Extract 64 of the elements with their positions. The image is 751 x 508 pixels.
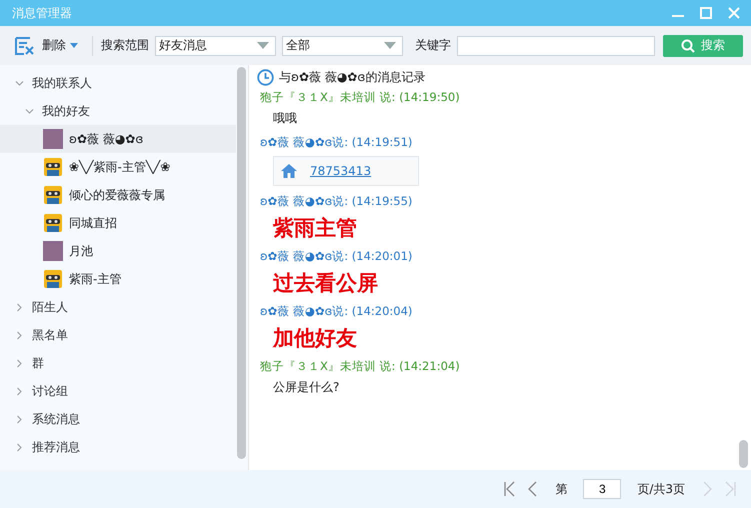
scope-label: 搜索范围 — [100, 37, 149, 54]
window-title: 消息管理器 — [12, 4, 72, 22]
chevron-down-icon — [15, 78, 24, 88]
message-sender: ʚ✿薇 薇◕✿ɞ说: (14:19:55) — [260, 193, 414, 209]
message-sender: 狍子『３１X』未培训 说: (14:19:50) — [260, 89, 461, 105]
message-sender: ʚ✿薇 薇◕✿ɞ说: (14:20:04) — [260, 303, 414, 319]
delete-dropdown-button[interactable]: 删除 — [42, 37, 84, 54]
maximize-icon[interactable] — [699, 6, 713, 20]
keyword-input-field[interactable] — [456, 36, 655, 56]
message-text: 公屏是什么? — [272, 379, 340, 396]
message-text: 加他好友 — [272, 325, 358, 351]
tree-node[interactable]: 讨论组 — [0, 377, 248, 405]
contact-item[interactable]: 同城直招 — [0, 209, 236, 237]
message-text: 紫雨主管 — [272, 215, 358, 241]
caret-icon — [384, 42, 396, 49]
first-page-icon[interactable] — [503, 481, 518, 497]
history-title: 与ʚ✿薇 薇◕✿ɞ的消息记录 — [279, 68, 426, 86]
clock-icon — [257, 68, 274, 86]
keyword-label: 关键字 — [414, 37, 451, 54]
cartoon-avatar-icon — [43, 269, 63, 289]
scope-dropdown[interactable]: 好友消息 — [154, 36, 276, 56]
page-count: 页/共3页 — [637, 480, 685, 498]
chevron-right-icon — [15, 386, 24, 396]
tree-node[interactable]: 推荐消息 — [0, 433, 248, 461]
chevron-right-icon — [15, 302, 24, 312]
avatar-photo-placeholder — [43, 129, 63, 149]
message-sender: 狍子『３１X』未培训 说: (14:21:04) — [260, 358, 461, 374]
scrollbar-thumb[interactable] — [237, 67, 246, 459]
page-prefix: 第 — [555, 480, 568, 498]
scrollbar-thumb[interactable] — [739, 440, 748, 468]
tree-node[interactable]: 我的联系人 — [0, 69, 248, 97]
chevron-right-icon — [15, 330, 24, 340]
chevron-right-icon — [15, 414, 24, 424]
caret-icon — [70, 43, 78, 48]
search-icon — [681, 38, 695, 52]
tree-node[interactable]: 系统消息 — [0, 405, 248, 433]
tree-node[interactable]: 陌生人 — [0, 293, 248, 321]
message-sender: ʚ✿薇 薇◕✿ɞ说: (14:19:51) — [260, 134, 414, 150]
chevron-right-icon — [15, 358, 24, 368]
delete-list-icon[interactable] — [14, 36, 36, 56]
previous-page-icon[interactable] — [527, 481, 540, 497]
contact-item[interactable]: 倾心的爱薇薇专属 — [0, 181, 236, 209]
message-sender: ʚ✿薇 薇◕✿ɞ说: (14:20:01) — [260, 248, 414, 264]
cartoon-avatar-icon — [43, 157, 63, 177]
page-number-field[interactable]: 3 — [583, 479, 622, 499]
contact-item[interactable]: ʚ✿薇 薇◕✿ɞ — [0, 125, 236, 153]
home-icon — [280, 163, 298, 179]
link[interactable]: 78753413 — [310, 164, 372, 178]
chevron-right-icon — [15, 442, 24, 452]
message-text: 过去看公屏 — [272, 270, 379, 296]
avatar-photo-placeholder — [43, 241, 63, 261]
contact-item[interactable]: 月池 — [0, 237, 236, 265]
tree-node[interactable]: 群 — [0, 349, 248, 377]
cartoon-avatar-icon — [43, 213, 63, 233]
tree-node[interactable]: 我的好友 — [0, 97, 248, 125]
close-icon[interactable] — [727, 6, 741, 20]
filter-dropdown[interactable]: 全部 — [282, 36, 403, 56]
chevron-down-icon — [25, 106, 34, 116]
contact-item[interactable]: 紫雨-主管 — [0, 265, 236, 293]
message-text: 哦哦 — [272, 110, 298, 127]
cartoon-avatar-icon — [43, 185, 63, 205]
contact-item[interactable]: ❀╲╱紫雨-主管╲╱❀ — [0, 153, 236, 181]
tree-node[interactable]: 黑名单 — [0, 321, 248, 349]
caret-icon — [256, 42, 269, 49]
